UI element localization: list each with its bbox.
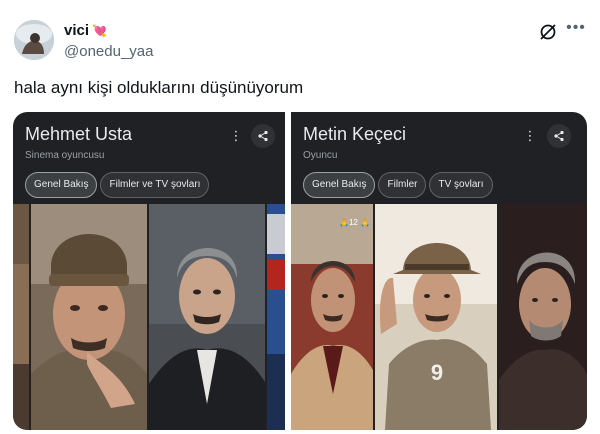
grok-icon[interactable] — [538, 22, 558, 42]
card-subtitle: Sinema oyuncusu — [25, 150, 105, 161]
card-subtitle: Oyuncu — [303, 150, 338, 161]
kebab-menu-icon[interactable]: ⋮ — [229, 129, 243, 145]
knowledge-card-metin-kececi[interactable]: Metin Keçeci Oyuncu ⋮ Genel Bakış Filmler… — [291, 112, 587, 430]
heart-badge-icon: 💘 — [92, 24, 107, 38]
display-name-text: vici — [64, 22, 90, 39]
tweet-header: vici 💘 @onedu_yaa ••• — [14, 20, 586, 66]
photo-mehmet-usta-suit[interactable] — [149, 204, 265, 430]
kebab-menu-icon[interactable]: ⋮ — [523, 129, 537, 145]
chip-row: Genel Bakış Filmler ve TV şovları — [25, 172, 212, 198]
chip-films-tv[interactable]: Filmler ve TV şovları — [100, 172, 210, 198]
tweet-text: hala aynı kişi olduklarını düşünüyorum — [14, 78, 304, 97]
card-title: Mehmet Usta — [25, 124, 133, 144]
svg-text:9: 9 — [431, 360, 443, 385]
photo-partial[interactable] — [13, 204, 29, 430]
chip-films[interactable]: Filmler — [378, 172, 427, 198]
photo-overlay-text: 🙏12 🙏 — [339, 218, 371, 227]
chip-row: Genel Bakış Filmler TV şovları — [303, 172, 496, 198]
photo-partial-poster[interactable] — [267, 204, 285, 430]
chip-overview[interactable]: Genel Bakış — [25, 172, 98, 198]
photo-mehmet-usta-beanie[interactable] — [31, 204, 147, 430]
chip-tv-shows[interactable]: TV şovları — [429, 172, 493, 198]
photo-metin-kececi-jacket[interactable]: 🙏12 🙏 — [291, 204, 373, 430]
share-button[interactable] — [251, 124, 275, 148]
photo-metin-kececi-hat[interactable]: 9 — [375, 204, 497, 430]
display-name[interactable]: vici 💘 — [64, 22, 107, 39]
tweet-media[interactable]: Mehmet Usta Sinema oyuncusu ⋮ Genel Bakı… — [13, 112, 587, 430]
avatar[interactable] — [14, 20, 54, 60]
chip-overview[interactable]: Genel Bakış — [303, 172, 376, 198]
photo-metin-kececi-portrait[interactable] — [499, 204, 587, 430]
knowledge-card-mehmet-usta[interactable]: Mehmet Usta Sinema oyuncusu ⋮ Genel Bakı… — [13, 112, 285, 430]
share-icon — [258, 130, 268, 142]
user-handle[interactable]: @onedu_yaa — [64, 43, 153, 60]
card-title: Metin Keçeci — [303, 124, 407, 144]
more-icon[interactable]: ••• — [566, 20, 586, 40]
share-button[interactable] — [547, 124, 571, 148]
share-icon — [554, 130, 564, 142]
